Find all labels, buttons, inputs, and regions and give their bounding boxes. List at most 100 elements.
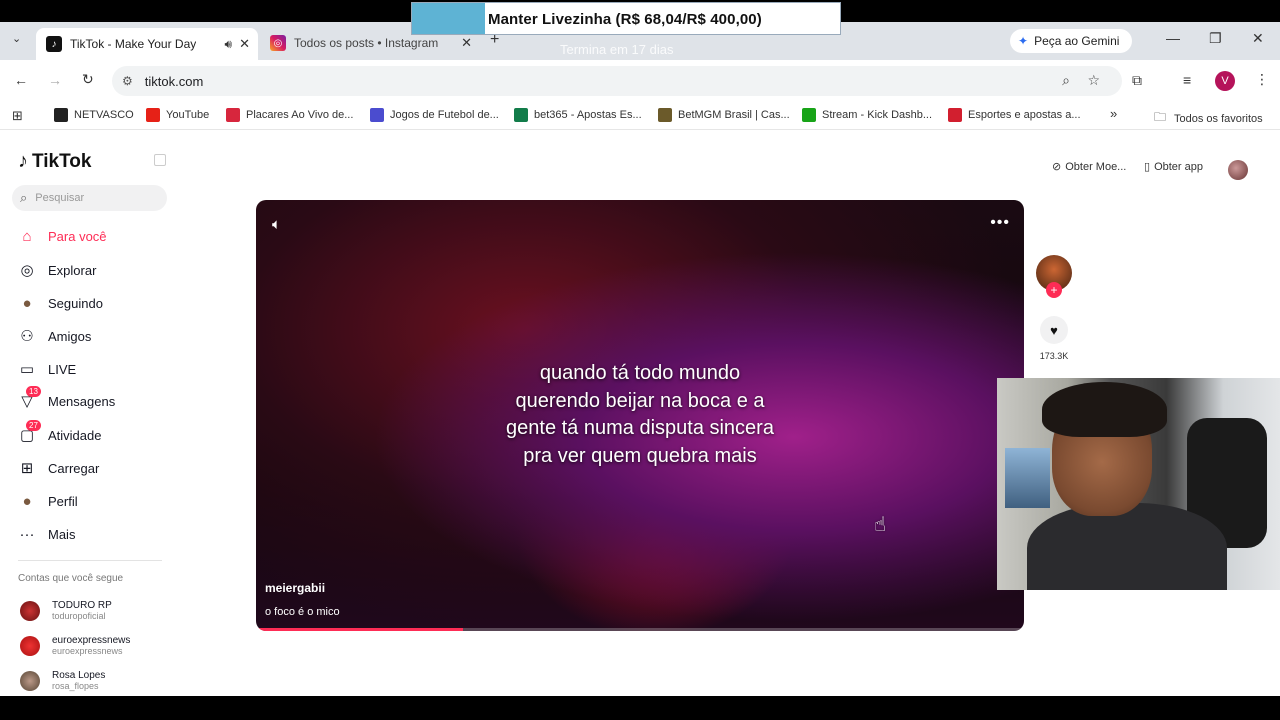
bookmark-item[interactable]: Stream - Kick Dashb... [802, 108, 932, 122]
sidebar-item-mensagens[interactable]: ▽ 13 Mensagens [18, 386, 116, 410]
activity-icon: ▢ 27 [18, 420, 41, 444]
media-control-icon[interactable]: ≡ [1183, 72, 1191, 88]
bookmark-label: Stream - Kick Dashb... [822, 109, 933, 121]
streamer-body [1027, 503, 1227, 590]
all-favorites-folder[interactable]: 🗀 Todos os favoritos [1154, 108, 1263, 129]
bookmark-item[interactable]: BetMGM Brasil | Cas... [658, 108, 790, 122]
home-icon: ⌂ [22, 227, 32, 245]
apps-grid-icon[interactable]: ⊞ [12, 108, 23, 124]
video-caption: quando tá todo mundo querendo beijar na b… [256, 360, 1024, 470]
caption-line: querendo beijar na boca e a [515, 389, 765, 412]
sidebar-item-amigos[interactable]: ⚇ Amigos [18, 327, 91, 345]
extensions-icon[interactable]: ⧉ [1132, 72, 1142, 89]
sidebar-item-atividade[interactable]: ▢ 27 Atividade [18, 420, 101, 444]
sidebar-divider [18, 560, 162, 561]
caption-line: gente tá numa disputa sincera [506, 417, 774, 439]
bookmark-item[interactable]: bet365 - Apostas Es... [514, 108, 642, 122]
bookmark-label: YouTube [166, 109, 210, 121]
zoom-search-icon[interactable]: ⌕ [1062, 72, 1070, 89]
following-account[interactable]: Rosa Lopes rosa_flopes [20, 670, 105, 691]
profile-icon: ● [22, 492, 32, 510]
following-account[interactable]: euroexpressnews euroexpressnews [20, 635, 130, 656]
account-handle: toduropoficial [52, 611, 106, 621]
sidebar-item-label: Carregar [48, 460, 100, 476]
reload-icon[interactable]: ↻ [82, 71, 94, 88]
account-handle: euroexpressnews [52, 646, 123, 656]
bookmark-favicon-icon [226, 108, 240, 122]
sidebar-item-para-voce[interactable]: ⌂ Para você [18, 227, 106, 245]
minimize-icon[interactable]: — [1166, 30, 1180, 46]
goal-text: Manter Livezinha (R$ 68,04/R$ 400,00) [488, 11, 762, 28]
site-info-icon[interactable]: ⚙ [122, 74, 133, 88]
forward-arrow-icon[interactable]: → [48, 72, 62, 88]
kebab-menu-icon[interactable]: ⋮ [1255, 71, 1269, 88]
more-bookmarks-chevron-icon[interactable]: » [1110, 106, 1117, 121]
speaker-icon[interactable]: 🔊︎ [224, 37, 232, 52]
account-text: euroexpressnews euroexpressnews [52, 635, 130, 656]
follow-plus-icon[interactable]: + [1046, 282, 1062, 298]
bookmark-favicon-icon [146, 108, 160, 122]
video-username[interactable]: meiergabii [265, 581, 325, 595]
goal-progress-fill [412, 3, 485, 34]
search-input[interactable]: ⌕ Pesquisar [12, 185, 167, 211]
messages-icon: ▽ 13 [18, 386, 41, 410]
live-icon: ▭ [19, 361, 35, 378]
search-icon: ⌕ [20, 190, 28, 205]
bookmark-item[interactable]: Placares Ao Vivo de... [226, 108, 353, 122]
sidebar-item-mais[interactable]: ··· Mais [18, 525, 76, 543]
collapse-sidebar-icon[interactable] [154, 154, 166, 166]
gemini-label: Peça ao Gemini [1034, 34, 1120, 48]
video-progress-fill [256, 628, 464, 631]
get-app-label: Obter app [1154, 160, 1203, 173]
sidebar-item-carregar[interactable]: ⊞ Carregar [18, 459, 100, 477]
close-window-icon[interactable]: ✕ [1252, 30, 1264, 47]
bookmark-label: Jogos de Futebol de... [390, 109, 499, 121]
video-player[interactable]: 🔈︎ ••• quando tá todo mundo querendo beij… [256, 200, 1024, 631]
bookmark-item[interactable]: NETVASCO [54, 108, 134, 122]
gemini-button[interactable]: ✦ Peça ao Gemini [1010, 29, 1132, 53]
tab-title: Todos os posts • Instagram [294, 36, 439, 50]
tab-tiktok[interactable]: ♪ TikTok - Make Your Day 🔊︎ ✕ [36, 28, 258, 60]
profile-avatar[interactable]: V [1215, 71, 1235, 91]
restore-icon[interactable]: ❐ [1209, 30, 1222, 47]
bookmark-item[interactable]: Jogos de Futebol de... [370, 108, 499, 122]
volume-icon[interactable]: 🔈︎ [272, 216, 281, 233]
get-coins-button[interactable]: ⊘ Obter Moe... [1052, 160, 1126, 174]
bookmark-label: BetMGM Brasil | Cas... [678, 109, 790, 121]
bookmark-item[interactable]: Esportes e apostas a... [948, 108, 1081, 122]
sidebar-item-label: Mensagens [48, 393, 116, 409]
notification-badge: 27 [26, 420, 41, 431]
bookmark-star-icon[interactable]: ☆ [1087, 72, 1100, 89]
following-header: Contas que você segue [18, 573, 124, 584]
sidebar-item-live[interactable]: ▭ LIVE [18, 360, 76, 378]
tiktok-logo[interactable]: ♪ TikTok [18, 150, 91, 173]
back-arrow-icon[interactable]: ← [14, 72, 28, 88]
like-button[interactable]: ♥ [1040, 316, 1068, 344]
get-app-button[interactable]: ▯ Obter app [1144, 160, 1203, 174]
more-options-icon[interactable]: ••• [990, 214, 1010, 232]
following-avatar-icon: ● [22, 294, 32, 312]
tab-search-chevron-icon[interactable]: ⌄ [12, 32, 21, 45]
stream-goal-widget: Manter Livezinha (R$ 68,04/R$ 400,00) [411, 2, 841, 35]
video-progress-bar[interactable] [256, 628, 1024, 631]
gemini-sparkle-icon: ✦ [1018, 34, 1029, 48]
bookmark-label: bet365 - Apostas Es... [534, 109, 642, 121]
sidebar-item-perfil[interactable]: ● Perfil [18, 492, 77, 510]
close-tab-icon[interactable]: ✕ [461, 35, 472, 51]
address-bar[interactable]: ⚙ tiktok.com ⌕ ☆ [112, 66, 1122, 96]
following-account[interactable]: TODURO RP toduropoficial [20, 600, 112, 621]
bookmark-item[interactable]: YouTube [146, 108, 209, 122]
like-count: 173.3K [1039, 351, 1069, 361]
screen: ⌄ ♪ TikTok - Make Your Day 🔊︎ ✕ ◎ Todos … [0, 0, 1280, 720]
account-handle: rosa_flopes [52, 681, 99, 691]
friends-icon: ⚇ [20, 328, 34, 345]
phone-icon: ▯ [1144, 161, 1151, 173]
user-avatar[interactable] [1228, 160, 1248, 180]
bookmark-favicon-icon [370, 108, 384, 122]
sidebar-item-seguindo[interactable]: ● Seguindo [18, 294, 103, 312]
sidebar-item-explorar[interactable]: ◎ Explorar [18, 261, 96, 279]
tab-title: TikTok - Make Your Day [70, 37, 197, 51]
bookmark-label: Esportes e apostas a... [968, 109, 1081, 121]
close-tab-icon[interactable]: ✕ [239, 36, 250, 52]
sidebar-item-label: Seguindo [48, 295, 103, 311]
